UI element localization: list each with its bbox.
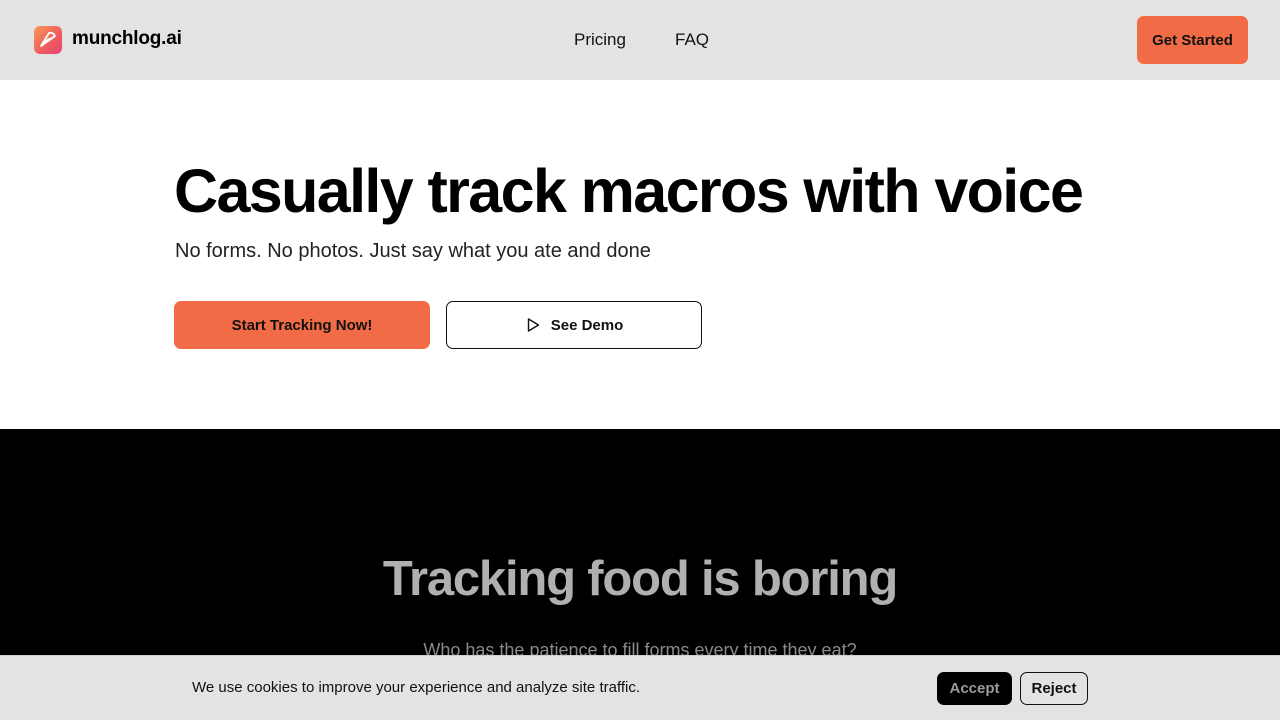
hero-title: Casually track macros with voice — [174, 157, 1084, 225]
get-started-button[interactable]: Get Started — [1137, 16, 1248, 64]
nav-link-faq[interactable]: FAQ — [675, 30, 709, 50]
cookie-text: We use cookies to improve your experienc… — [192, 679, 641, 696]
hero-subtitle: No forms. No photos. Just say what you a… — [175, 240, 651, 262]
start-tracking-button[interactable]: Start Tracking Now! — [174, 301, 430, 349]
brand-name[interactable]: munchlog.ai — [72, 28, 182, 50]
site-header: munchlog.ai Pricing FAQ Get Started — [0, 0, 1280, 80]
see-demo-label: See Demo — [550, 316, 624, 334]
cookie-banner: We use cookies to improve your experienc… — [0, 655, 1280, 720]
page: munchlog.ai Pricing FAQ Get Started Casu… — [0, 0, 1280, 720]
play-icon — [525, 317, 541, 333]
see-demo-button[interactable]: See Demo — [446, 301, 702, 349]
pizza-slice-icon[interactable] — [34, 26, 62, 54]
nav-link-pricing[interactable]: Pricing — [574, 30, 626, 50]
section-title: Tracking food is boring — [382, 552, 898, 606]
reject-cookies-button[interactable]: Reject — [1020, 672, 1088, 705]
accept-cookies-button[interactable]: Accept — [937, 672, 1012, 705]
